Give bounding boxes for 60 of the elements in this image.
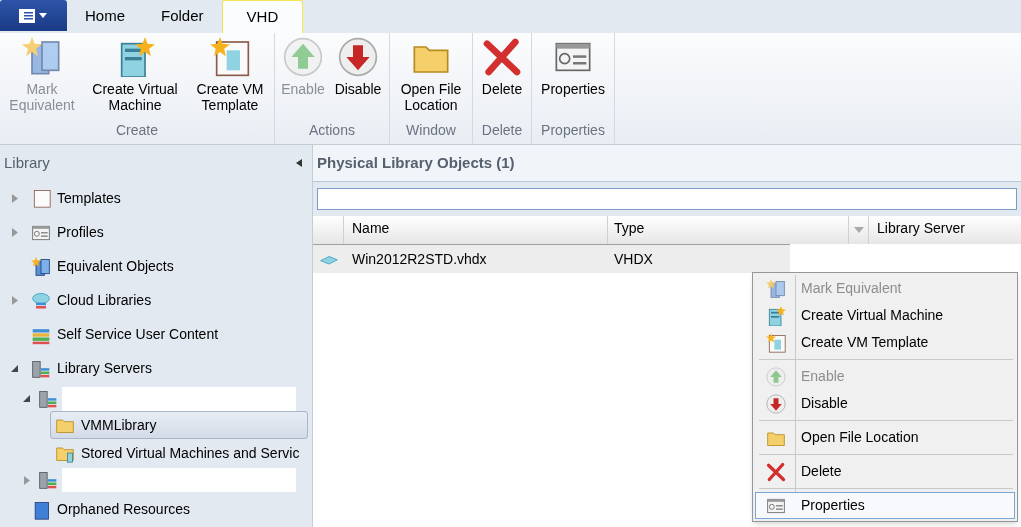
server-icon <box>766 305 786 326</box>
collapsed-triangle-icon[interactable] <box>11 296 19 306</box>
ribbon-button[interactable]: Open File Location <box>393 37 469 120</box>
ribbon-group-label: Create <box>115 121 159 140</box>
ribbon-button[interactable]: Create Virtual Machine <box>83 37 187 120</box>
tree-item[interactable]: Equivalent Objects <box>26 252 183 281</box>
ribbon-button[interactable]: Create VM Template <box>189 37 271 120</box>
menu-icon <box>18 8 49 23</box>
column-header[interactable]: Name <box>344 216 608 244</box>
menu-item[interactable]: Delete <box>755 458 1015 485</box>
expanded-triangle-icon[interactable] <box>23 394 31 404</box>
documents-icon <box>766 278 786 299</box>
ribbon-tab[interactable]: Home <box>67 0 143 33</box>
collapsed-triangle-icon[interactable] <box>23 475 31 485</box>
template-icon <box>210 37 250 77</box>
ribbon-group-label: Actions <box>308 121 356 140</box>
table-row[interactable]: Win2012R2STD.vhdx VHDX <box>313 245 790 273</box>
menu-item[interactable]: Create Virtual Machine <box>755 302 1015 329</box>
ribbon-button[interactable]: Properties <box>535 37 611 120</box>
ribbon-button[interactable]: Disable <box>330 37 386 120</box>
panel-title: Physical Library Objects (1) <box>317 152 515 173</box>
app-menu-button[interactable] <box>0 0 67 31</box>
menu-item[interactable]: Open File Location <box>755 424 1015 451</box>
tree-item[interactable]: Stored Virtual Machines and Servic <box>50 439 309 468</box>
ribbon-tab[interactable]: Folder <box>143 0 222 33</box>
x-icon <box>482 37 522 77</box>
tree-item[interactable]: Templates <box>26 184 130 213</box>
expanded-triangle-icon[interactable] <box>11 364 19 374</box>
ribbon-button[interactable]: Delete <box>476 37 528 120</box>
documents-icon <box>31 256 51 277</box>
collapsed-triangle-icon[interactable] <box>11 193 19 203</box>
tree-item[interactable]: Orphaned Resources <box>26 495 200 524</box>
menu-item[interactable]: Create VM Template <box>755 329 1015 356</box>
cloud-icon <box>31 290 51 311</box>
ribbon-tab[interactable]: VHD <box>221 0 304 33</box>
server-icon <box>38 470 58 491</box>
table-cell-text: VHDX <box>613 249 654 269</box>
collapse-arrow-icon[interactable] <box>296 159 302 168</box>
ribbon-group-label: Delete <box>480 121 524 140</box>
tree-item[interactable]: Library Servers <box>26 354 161 383</box>
x-icon <box>766 461 786 482</box>
tree-item[interactable]: Profiles <box>26 218 113 247</box>
tree-item[interactable]: VMMLibrary <box>50 411 308 440</box>
ribbon-group-label: Window <box>405 121 457 140</box>
documents-icon <box>22 37 62 77</box>
search-field[interactable] <box>317 188 1017 210</box>
menu-item[interactable]: Disable <box>755 390 1015 417</box>
template-icon <box>766 332 786 353</box>
server-icon <box>31 358 51 379</box>
panel-title: Library <box>4 152 50 173</box>
server-icon <box>38 388 58 409</box>
dropdown-arrow-icon[interactable] <box>853 227 864 233</box>
template-icon <box>31 188 51 209</box>
table-cell-text: Win2012R2STD.vhdx <box>351 249 488 269</box>
ribbon-group-label: Properties <box>540 121 606 140</box>
column-header[interactable]: Library Server <box>869 216 1021 244</box>
collapsed-triangle-icon[interactable] <box>11 228 19 237</box>
tree-item[interactable]: Self Service User Content <box>26 320 228 349</box>
tree-item[interactable]: Cloud Libraries <box>26 286 161 315</box>
menu-item[interactable]: Properties <box>755 492 1015 519</box>
